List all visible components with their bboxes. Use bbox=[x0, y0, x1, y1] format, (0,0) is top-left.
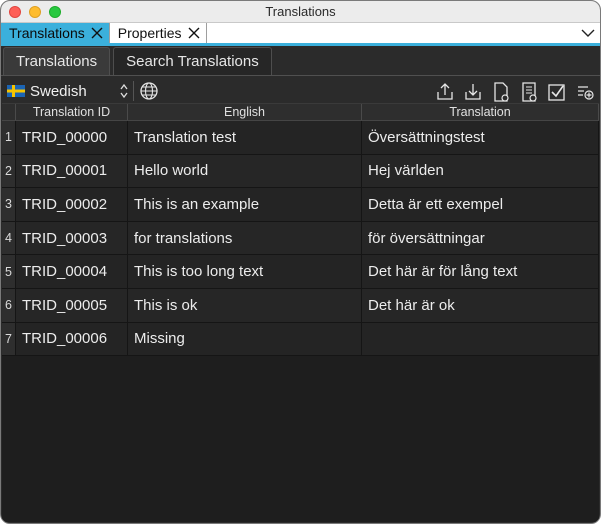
globe-icon[interactable] bbox=[139, 81, 159, 101]
translation-id-cell[interactable]: TRID_00005 bbox=[16, 288, 128, 322]
table-row[interactable]: 2 TRID_00001 Hello world Hej världen bbox=[2, 154, 599, 189]
english-cell[interactable]: Hello world bbox=[128, 154, 362, 188]
language-label: Swedish bbox=[30, 82, 87, 100]
translation-cell[interactable]: Hej världen bbox=[362, 154, 599, 188]
translations-window: Translations Translations Properties Tra… bbox=[0, 0, 601, 524]
row-number: 4 bbox=[2, 221, 16, 255]
row-number: 7 bbox=[2, 322, 16, 356]
translation-cell[interactable]: Det här är ok bbox=[362, 288, 599, 322]
table-header: Translation ID English Translation bbox=[2, 104, 599, 121]
doc-tab-label: Properties bbox=[117, 25, 182, 41]
translation-cell[interactable]: Detta är ett exempel bbox=[362, 188, 599, 221]
maximize-window-button[interactable] bbox=[49, 6, 61, 18]
doc-tab-translations[interactable]: Translations bbox=[1, 23, 110, 43]
translation-id-cell[interactable]: TRID_00003 bbox=[16, 221, 128, 255]
row-number: 1 bbox=[2, 121, 16, 154]
close-tab-icon[interactable] bbox=[89, 25, 105, 41]
document-tab-bar: Translations Properties bbox=[1, 23, 600, 43]
translation-cell[interactable]: Översättningstest bbox=[362, 121, 599, 154]
chevron-down-icon[interactable] bbox=[580, 25, 596, 41]
document-list-icon[interactable] bbox=[518, 81, 540, 103]
toolbar: Swedish bbox=[1, 76, 600, 106]
row-number: 3 bbox=[2, 188, 16, 221]
import-icon[interactable] bbox=[462, 81, 484, 103]
table-row[interactable]: 4 TRID_00003 for translations för översä… bbox=[2, 221, 599, 256]
table-row[interactable]: 1 TRID_00000 Translation test Översättni… bbox=[2, 121, 599, 155]
updown-arrows-icon bbox=[120, 83, 128, 99]
toolbar-actions bbox=[434, 81, 596, 103]
translation-cell[interactable] bbox=[362, 322, 599, 356]
doc-tab-properties[interactable]: Properties bbox=[110, 23, 207, 43]
tab-search-translations[interactable]: Search Translations bbox=[113, 47, 272, 75]
close-window-button[interactable] bbox=[9, 6, 21, 18]
translation-id-cell[interactable]: TRID_00006 bbox=[16, 322, 128, 356]
doc-tab-label: Translations bbox=[9, 25, 85, 41]
minimize-window-button[interactable] bbox=[29, 6, 41, 18]
row-number: 2 bbox=[2, 154, 16, 188]
language-select[interactable]: Swedish bbox=[7, 79, 129, 103]
row-number: 6 bbox=[2, 288, 16, 322]
document-settings-icon[interactable] bbox=[490, 81, 512, 103]
table-row[interactable]: 3 TRID_00002 This is an example Detta är… bbox=[2, 188, 599, 222]
table-row[interactable]: 6 TRID_00005 This is ok Det här är ok bbox=[2, 288, 599, 323]
toolbar-separator bbox=[133, 81, 134, 101]
english-cell[interactable]: This is an example bbox=[128, 188, 362, 221]
checkbox-icon[interactable] bbox=[546, 81, 568, 103]
translations-table: Translation ID English Translation 1 TRI… bbox=[2, 103, 599, 522]
column-header-translation[interactable]: Translation bbox=[362, 104, 599, 120]
english-cell[interactable]: Missing bbox=[128, 322, 362, 356]
column-header-id[interactable]: Translation ID bbox=[16, 104, 128, 120]
english-cell[interactable]: This is ok bbox=[128, 288, 362, 322]
table-row[interactable]: 7 TRID_00006 Missing bbox=[2, 322, 599, 357]
window-controls bbox=[9, 6, 61, 18]
window-title: Translations bbox=[265, 4, 336, 19]
translation-id-cell[interactable]: TRID_00004 bbox=[16, 255, 128, 288]
inner-tab-bar: Translations Search Translations bbox=[1, 46, 600, 76]
tab-translations[interactable]: Translations bbox=[3, 47, 111, 75]
english-cell[interactable]: Translation test bbox=[128, 121, 362, 154]
english-cell[interactable]: for translations bbox=[128, 221, 362, 255]
title-bar: Translations bbox=[1, 1, 600, 23]
english-cell[interactable]: This is too long text bbox=[128, 255, 362, 288]
row-number-header bbox=[2, 104, 16, 120]
close-tab-icon[interactable] bbox=[186, 25, 202, 41]
add-icon[interactable] bbox=[574, 81, 596, 103]
column-header-english[interactable]: English bbox=[128, 104, 362, 120]
table-row[interactable]: 5 TRID_00004 This is too long text Det h… bbox=[2, 255, 599, 289]
table-body: 1 TRID_00000 Translation test Översättni… bbox=[2, 121, 599, 357]
translation-cell[interactable]: Det här är för lång text bbox=[362, 255, 599, 288]
translation-id-cell[interactable]: TRID_00001 bbox=[16, 154, 128, 188]
translation-id-cell[interactable]: TRID_00002 bbox=[16, 188, 128, 221]
translation-cell[interactable]: för översättningar bbox=[362, 221, 599, 255]
export-icon[interactable] bbox=[434, 81, 456, 103]
translation-id-cell[interactable]: TRID_00000 bbox=[16, 121, 128, 154]
row-number: 5 bbox=[2, 255, 16, 288]
swedish-flag-icon bbox=[7, 85, 25, 97]
